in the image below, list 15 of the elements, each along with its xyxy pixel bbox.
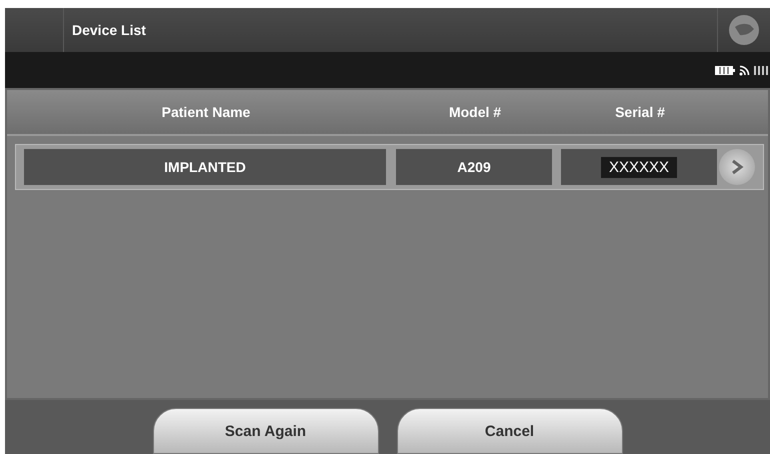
cancel-button[interactable]: Cancel — [396, 408, 622, 454]
patient-name-cell: IMPLANTED — [24, 149, 386, 185]
scan-again-button[interactable]: Scan Again — [152, 408, 378, 454]
open-device-button[interactable] — [719, 149, 755, 185]
chevron-right-icon — [730, 159, 744, 175]
battery-icon — [715, 66, 735, 74]
model-cell: A209 — [396, 149, 552, 185]
signal-bars-icon — [754, 66, 770, 74]
serial-number: XXXXXX — [600, 156, 678, 178]
device-row[interactable]: IMPLANTED A209 XXXXXX — [15, 144, 764, 190]
wireless-icon — [739, 64, 750, 76]
column-header: Serial # — [614, 104, 666, 120]
window-title: Device List — [71, 21, 147, 40]
column-header: Patient Name — [160, 104, 252, 120]
column-header: Model # — [448, 104, 502, 120]
